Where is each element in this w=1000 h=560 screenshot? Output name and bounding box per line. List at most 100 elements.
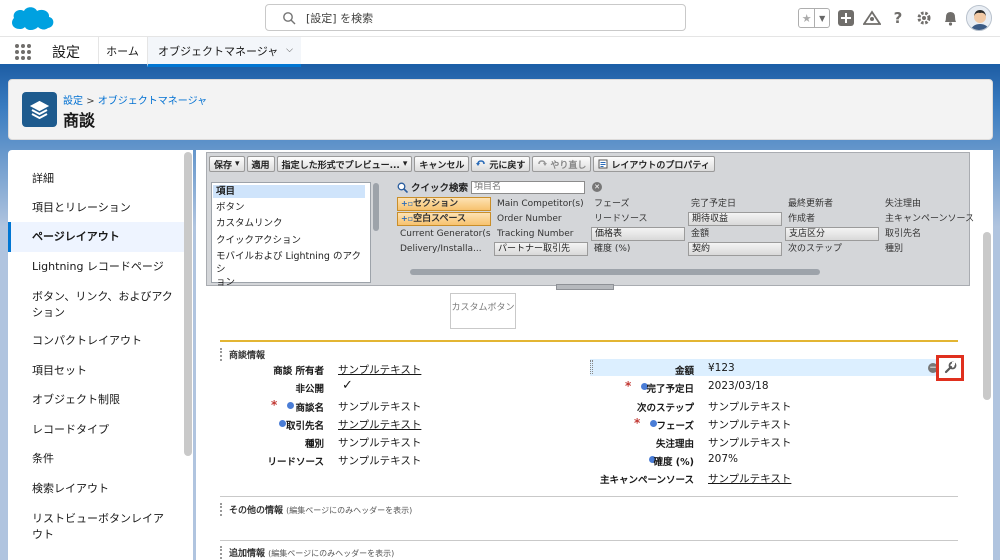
category-quick-actions[interactable]: クイックアクション [213, 234, 365, 247]
category-mobile-actions[interactable]: モバイルおよび Lightning のアクシ ョン [213, 250, 365, 289]
palette-item[interactable]: +▫セクション [397, 197, 491, 211]
field-value-opportunity-name[interactable]: サンプルテキスト [338, 399, 421, 414]
sidebar-item-lightning-pages[interactable]: Lightning レコードページ [8, 259, 184, 275]
palette-item[interactable]: 確度 (%) [591, 242, 685, 256]
help-icon[interactable]: ? [888, 8, 908, 28]
sidebar-item-compact-layouts[interactable]: コンパクトレイアウト [8, 333, 184, 349]
palette-horizontal-scrollbar[interactable] [410, 269, 820, 275]
sidebar-item-record-types[interactable]: レコードタイプ [8, 422, 184, 438]
palette-item[interactable]: +▫空白スペース [397, 212, 491, 226]
properties-icon [598, 159, 608, 169]
avatar[interactable] [966, 5, 992, 31]
field-value-lead-source[interactable]: サンプルテキスト [338, 453, 421, 468]
category-fields[interactable]: 項目 [213, 185, 365, 198]
sidebar-scrollbar[interactable] [184, 152, 192, 456]
quick-find-input[interactable] [471, 180, 586, 194]
category-scrollbar[interactable] [373, 183, 379, 231]
field-value-next-step[interactable]: サンプルテキスト [708, 399, 791, 414]
favorites-button[interactable]: ★ ▼ [798, 8, 830, 28]
clear-icon[interactable]: ✕ [592, 182, 603, 192]
sidebar-item-conditions[interactable]: 条件 [8, 451, 184, 467]
palette-item[interactable]: Tracking Number [494, 227, 588, 241]
undo-icon [476, 160, 486, 166]
palette-item[interactable]: パートナー取引先 [494, 242, 588, 256]
layout-properties-button[interactable]: レイアウトのプロパティ [593, 156, 715, 172]
tab-home[interactable]: ホーム [98, 37, 146, 64]
field-value-owner[interactable]: サンプルテキスト [338, 362, 421, 377]
palette-item[interactable]: リードソース [591, 212, 685, 226]
breadcrumb-setup[interactable]: 設定 [63, 96, 83, 107]
field-label-amount: 金額 [674, 366, 694, 377]
palette-item[interactable]: 支店区分 [785, 227, 879, 241]
trailhead-icon[interactable] [862, 8, 882, 28]
sidebar-item-fields[interactable]: 項目とリレーション [8, 200, 184, 216]
save-button[interactable]: 保存 ▾ [209, 156, 245, 172]
palette-item[interactable]: 契約 [688, 242, 782, 256]
palette-item[interactable]: フェーズ [591, 197, 685, 211]
field-value-account-name[interactable]: サンプルテキスト [338, 417, 421, 432]
palette-item[interactable]: 価格表 [591, 227, 685, 241]
palette-item[interactable]: 最終更新者 [785, 197, 879, 211]
palette-item[interactable]: 金額 [688, 227, 782, 241]
field-value-close-date[interactable]: 2023/03/18 [708, 380, 769, 392]
sidebar-item-buttons-links[interactable]: ボタン、リンク、およびアク ション [8, 289, 184, 321]
sidebar-item-details[interactable]: 詳細 [8, 171, 184, 187]
palette-item[interactable]: 失注理由 [882, 197, 976, 211]
tab-object-manager[interactable]: オブジェクトマネージャ ⌵ [147, 37, 301, 67]
palette-item[interactable]: 期待収益 [688, 212, 782, 226]
palette-item[interactable]: 次のステップ [785, 242, 879, 256]
sidebar-item-object-limits[interactable]: オブジェクト制限 [8, 392, 184, 408]
favorites-menu-icon[interactable]: ▼ [815, 9, 829, 27]
palette-item[interactable]: 種別 [882, 242, 976, 256]
cancel-button[interactable]: キャンセル [414, 156, 470, 172]
app-launcher-icon[interactable] [14, 43, 32, 61]
sidebar-item-page-layouts[interactable]: ページレイアウト [8, 222, 184, 252]
palette-item[interactable]: 作成者 [785, 212, 879, 226]
field-value-probability[interactable]: 207% [708, 453, 738, 465]
palette-item[interactable]: 主キャンペーンソース [882, 212, 976, 226]
editor-scrollbar[interactable] [983, 232, 991, 400]
field-value-campaign-source[interactable]: サンプルテキスト [708, 471, 791, 486]
field-value-loss-reason[interactable]: サンプルテキスト [708, 435, 791, 450]
section-other-info[interactable]: その他の情報 (編集ページにのみヘッダーを表示) [220, 503, 412, 516]
palette-item-label: 空白スペース [413, 214, 467, 224]
palette-item[interactable]: Current Generator(s) [397, 227, 491, 241]
page-title: 商談 [63, 111, 96, 130]
sidebar-item-field-sets[interactable]: 項目セット [8, 363, 184, 379]
section-opportunity-info[interactable]: 商談情報 [220, 348, 265, 361]
breadcrumb-separator: > [86, 96, 95, 107]
global-actions-icon[interactable] [836, 8, 856, 28]
palette-item[interactable]: Order Number [494, 212, 588, 226]
field-label-close-date: 完了予定日 [646, 384, 694, 395]
star-icon[interactable]: ★ [799, 9, 816, 27]
field-label-next-step: 次のステップ [636, 403, 694, 414]
bell-icon[interactable] [940, 8, 960, 28]
undo-button[interactable]: 元に戻す [471, 156, 531, 172]
sidebar-item-list-view-buttons[interactable]: リストビューボタンレイア ウト [8, 511, 184, 543]
category-custom-links[interactable]: カスタムリンク [213, 217, 365, 230]
custom-buttons-area[interactable]: カスタムボタン [450, 293, 516, 329]
palette-item[interactable]: 取引先名 [882, 227, 976, 241]
field-value-type[interactable]: サンプルテキスト [338, 435, 421, 450]
magnifier-icon [397, 182, 408, 193]
field-value-amount[interactable]: ¥123 [708, 362, 735, 374]
category-buttons[interactable]: ボタン [213, 201, 365, 214]
global-search[interactable] [265, 4, 686, 31]
salesforce-logo[interactable] [8, 5, 56, 31]
field-properties-button[interactable] [936, 355, 964, 381]
section-additional-info[interactable]: 追加情報 (編集ページにのみヘッダーを表示) [220, 546, 394, 559]
gear-icon[interactable] [914, 8, 934, 28]
search-input[interactable] [306, 9, 666, 27]
global-header: ★ ▼ ? [0, 0, 1000, 37]
field-value-stage[interactable]: サンプルテキスト [708, 417, 791, 432]
chevron-down-icon[interactable]: ⌵ [286, 45, 293, 55]
redo-button[interactable]: やり直し [532, 156, 592, 172]
palette-item[interactable]: Main Competitor(s) [494, 197, 588, 211]
sidebar-item-search-layouts[interactable]: 検索レイアウト [8, 481, 184, 497]
preview-button[interactable]: 指定した形式でプレビュー... ▾ [276, 156, 413, 172]
breadcrumb-object-manager[interactable]: オブジェクトマネージャ [98, 96, 207, 107]
palette-item[interactable]: 完了予定日 [688, 197, 782, 211]
palette-splitter-handle[interactable] [556, 284, 614, 290]
palette-item[interactable]: Delivery/Installa... [397, 242, 491, 256]
apply-button[interactable]: 適用 [246, 156, 275, 172]
